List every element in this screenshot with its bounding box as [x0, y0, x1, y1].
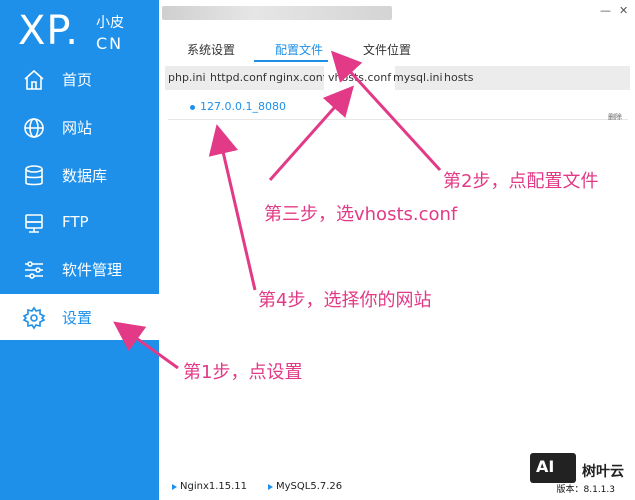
annotation-step1: 第1步，点设置	[183, 362, 303, 383]
annotation-arrows	[113, 50, 442, 370]
arrow-step1	[113, 321, 179, 370]
annotation-step2: 第2步，点配置文件	[443, 171, 599, 192]
arrow-step4	[208, 124, 257, 291]
arrow-step2	[330, 50, 442, 172]
annotation-step4: 第4步，选择你的网站	[258, 290, 432, 311]
arrow-step3	[268, 85, 354, 181]
annotation-step3: 第三步，选vhosts.conf	[264, 204, 458, 225]
